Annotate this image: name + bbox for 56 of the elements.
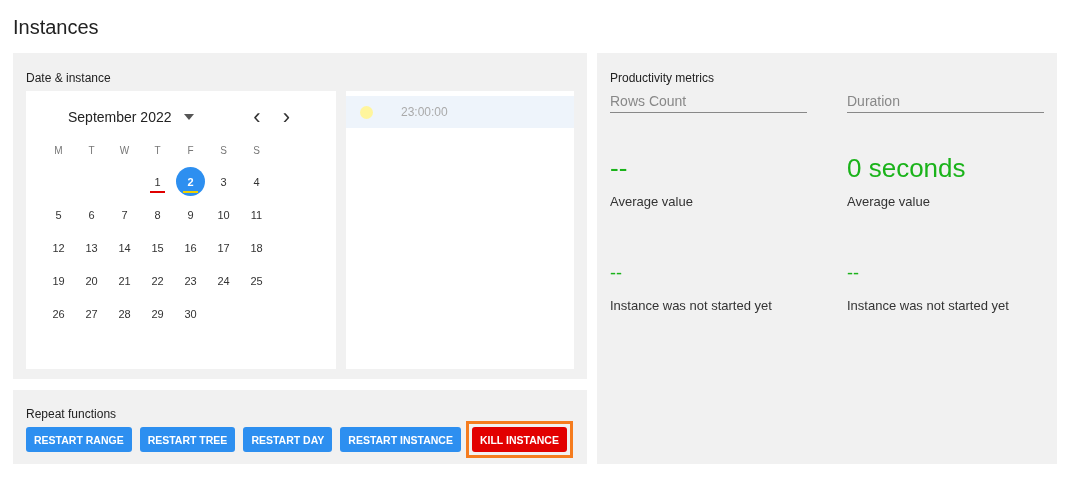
weekday-label: T	[153, 144, 162, 158]
calendar-day[interactable]: 12	[44, 233, 73, 262]
panel-title: Repeat functions	[26, 407, 117, 421]
panel-title: Date & instance	[26, 71, 111, 85]
calendar-day[interactable]: 11	[242, 200, 271, 229]
weekday-label: S	[219, 144, 228, 158]
page-title: Instances	[12, 15, 100, 40]
calendar-day[interactable]: 24	[209, 266, 238, 295]
calendar-day[interactable]: 18	[242, 233, 271, 262]
calendar-day[interactable]: 26	[44, 299, 73, 328]
calendar-day[interactable]: 27	[77, 299, 106, 328]
kill-button[interactable]: KILL INSTANCE	[471, 427, 567, 452]
calendar-day[interactable]: 23	[176, 266, 205, 295]
current-value: --	[610, 263, 623, 284]
panel-title: Productivity metrics	[610, 71, 715, 85]
average-value: --	[610, 153, 629, 185]
calendar-day[interactable]: 5	[44, 200, 73, 229]
average-caption: Average value	[847, 194, 931, 209]
calendar-day[interactable]: 7	[110, 200, 139, 229]
status-text: Instance was not started yet	[610, 298, 773, 313]
calendar-day[interactable]: 29	[143, 299, 172, 328]
average-caption: Average value	[610, 194, 694, 209]
calendar-day[interactable]: 28	[110, 299, 139, 328]
calendar-day[interactable]: 6	[77, 200, 106, 229]
calendar-day[interactable]: 4	[242, 167, 271, 196]
calendar-day[interactable]: 21	[110, 266, 139, 295]
calendar-day[interactable]: 22	[143, 266, 172, 295]
month-label[interactable]: September 2022	[68, 109, 172, 125]
calendar-day[interactable]: 15	[143, 233, 172, 262]
average-value: 0 seconds	[847, 153, 967, 185]
calendar-day[interactable]: 10	[209, 200, 238, 229]
instance-time: 23:00:00	[401, 105, 448, 119]
weekday-label: T	[87, 144, 96, 158]
calendar-day[interactable]: 9	[176, 200, 205, 229]
calendar-day[interactable]: 8	[143, 200, 172, 229]
calendar-day[interactable]: 13	[77, 233, 106, 262]
calendar-day[interactable]: 19	[44, 266, 73, 295]
weekday-label: F	[186, 144, 195, 158]
calendar-day[interactable]: 20	[77, 266, 106, 295]
calendar-day[interactable]: 3	[209, 167, 238, 196]
status-text: Instance was not started yet	[847, 298, 1010, 313]
calendar-day[interactable]: 1	[143, 167, 172, 196]
metric-field[interactable]: Duration	[847, 91, 1044, 113]
next-month-button[interactable]: ›	[274, 107, 298, 127]
calendar-day[interactable]: 16	[176, 233, 205, 262]
caret-icon[interactable]	[183, 114, 194, 120]
metric-field[interactable]: Rows Count	[610, 91, 807, 113]
weekday-label: W	[118, 144, 131, 158]
current-value: --	[847, 263, 860, 284]
weekday-label: S	[252, 144, 261, 158]
previous-month-button[interactable]: ‹	[245, 107, 269, 127]
calendar-day[interactable]: 17	[209, 233, 238, 262]
weekday-label: M	[53, 144, 64, 158]
calendar-day[interactable]: 14	[110, 233, 139, 262]
calendar-day[interactable]: 30	[176, 299, 205, 328]
calendar-day[interactable]: 25	[242, 266, 271, 295]
